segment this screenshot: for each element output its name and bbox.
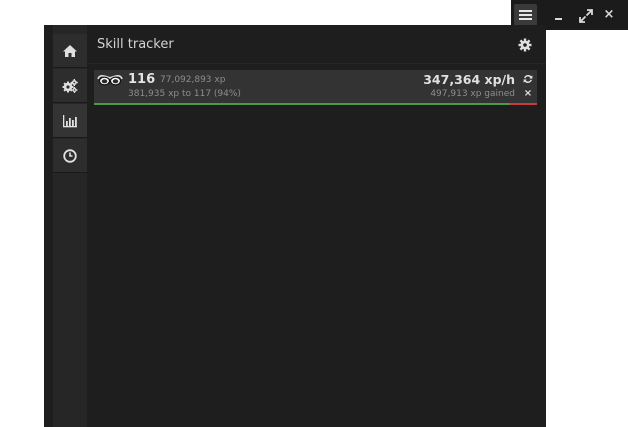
minimize-icon[interactable]: [555, 18, 562, 20]
sidebar: [53, 25, 87, 427]
sidebar-item-tracker[interactable]: [53, 104, 87, 138]
page-title: Skill tracker: [97, 37, 174, 52]
cogs-icon: [62, 79, 78, 93]
xp-per-hour: 347,364 xp/h: [423, 72, 515, 87]
xp-gained: 497,913 xp gained: [430, 89, 515, 99]
remove-skill-button[interactable]: ×: [522, 88, 534, 100]
expand-icon[interactable]: [577, 7, 595, 25]
hamburger-icon[interactable]: [514, 4, 537, 26]
sidebar-item-home[interactable]: [53, 34, 87, 68]
home-icon: [63, 45, 77, 57]
refresh-icon[interactable]: [523, 74, 533, 84]
header-divider: [87, 63, 546, 64]
level-progress-bar: [94, 103, 511, 105]
clock-icon: [63, 149, 77, 163]
skill-tracker-window: Skill tracker 116 77,092,893 xp 381,935 …: [44, 25, 546, 427]
tracked-skill-row[interactable]: 116 77,092,893 xp 381,935 xp to 117 (94%…: [94, 70, 537, 105]
sidebar-item-history[interactable]: [53, 139, 87, 173]
total-xp: 77,092,893 xp: [160, 75, 226, 85]
gear-icon[interactable]: [518, 38, 532, 52]
sidebar-item-skills[interactable]: [53, 69, 87, 103]
bar-chart-icon: [63, 115, 77, 128]
xp-to-next-level: 381,935 xp to 117 (94%): [128, 89, 241, 99]
close-icon[interactable]: ×: [603, 7, 615, 23]
skill-level: 116: [128, 72, 156, 87]
goggles-icon: [97, 75, 123, 86]
